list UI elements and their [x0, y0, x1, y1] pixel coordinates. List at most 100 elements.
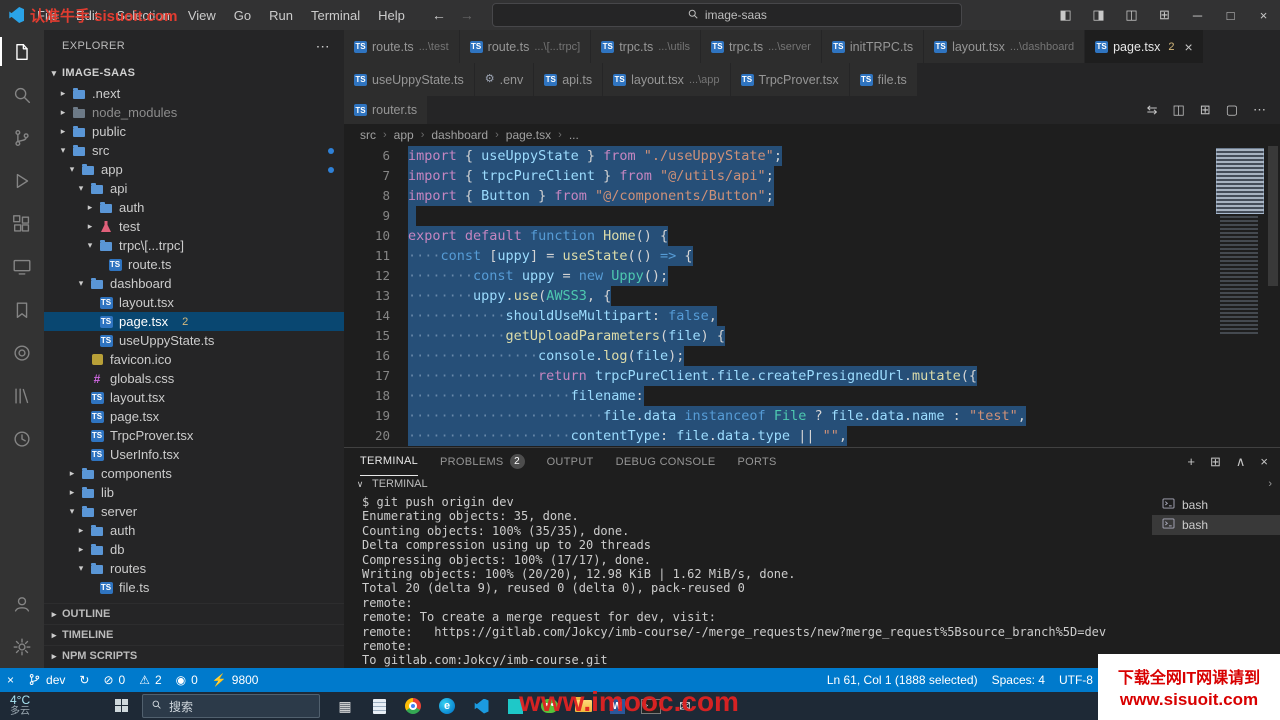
panel-tab-debug-console[interactable]: DEBUG CONSOLE [616, 448, 716, 475]
editor-tab-api.ts[interactable]: TS api.ts [534, 63, 604, 96]
settings-icon[interactable] [0, 625, 44, 668]
tree-folder-app[interactable]: ▾ app [44, 160, 344, 179]
menu-help[interactable]: Help [369, 0, 414, 30]
close-icon[interactable]: × [1185, 39, 1193, 55]
vscode-icon[interactable] [470, 694, 492, 718]
history-icon[interactable] [0, 417, 44, 460]
editor-tab-initTRPC.ts[interactable]: TS initTRPC.ts [821, 30, 925, 63]
editor-tab-useUppyState.ts[interactable]: TS useUppyState.ts [344, 63, 475, 96]
tree-folder-dashboard[interactable]: ▾ dashboard [44, 274, 344, 293]
split-terminal-icon[interactable]: ⊞ [1210, 454, 1221, 470]
tree-file-file.ts[interactable]: TS file.ts [44, 578, 344, 597]
search-icon[interactable] [0, 73, 44, 116]
maximize-panel-icon[interactable]: ∧ [1236, 454, 1246, 470]
run-and-debug-icon[interactable] [0, 159, 44, 202]
panel-tab-problems[interactable]: PROBLEMS 2 [440, 448, 525, 475]
split-editor-icon[interactable]: ◫ [1173, 102, 1185, 118]
tree-file-useUppyState.ts[interactable]: TS useUppyState.ts [44, 331, 344, 350]
toggle-panel-icon[interactable]: ◨ [1082, 0, 1115, 30]
start-button[interactable] [102, 692, 142, 720]
tree-file-UserInfo.tsx[interactable]: TS UserInfo.tsx [44, 445, 344, 464]
explorer-icon[interactable] [0, 30, 44, 73]
scrollbar-thumb[interactable] [1268, 146, 1278, 286]
editor-tab-TrpcProver.tsx[interactable]: TS TrpcProver.tsx [730, 63, 850, 96]
tree-file-page.tsx[interactable]: TS page.tsx 2 [44, 312, 344, 331]
tree-file-globals.css[interactable]: # globals.css [44, 369, 344, 388]
breadcrumb-item-dashboard[interactable]: dashboard [431, 128, 488, 142]
editor-scrollbar[interactable] [1266, 146, 1280, 447]
references-icon[interactable] [0, 374, 44, 417]
menu-go[interactable]: Go [225, 0, 260, 30]
chrome-icon[interactable] [402, 694, 424, 718]
editor-tab-file.ts[interactable]: TS file.ts [849, 63, 918, 96]
weather-widget[interactable]: 4°C 多云 [0, 694, 102, 717]
close-icon[interactable]: × [1247, 0, 1280, 30]
tree-file-route.ts[interactable]: TS route.ts [44, 255, 344, 274]
breadcrumb-item-app[interactable]: app [394, 128, 414, 142]
breadcrumb-item-...[interactable]: ... [569, 128, 579, 142]
section-npm-scripts[interactable]: ▸ NPM SCRIPTS [44, 645, 344, 666]
editor-tab-layout.tsx[interactable]: TS layout.tsx ...\app [603, 63, 731, 96]
account-icon[interactable] [0, 582, 44, 625]
code-editor[interactable]: 6 import { useUppyState } from "./useUppy… [344, 146, 1280, 447]
bookmarks-icon[interactable] [0, 288, 44, 331]
taskbar-search[interactable]: 搜索 [142, 694, 320, 718]
editor-tab-trpc.ts[interactable]: TS trpc.ts ...\server [701, 30, 822, 63]
back-icon[interactable]: ← [432, 7, 446, 23]
sync-changes[interactable]: ↻ [72, 668, 96, 692]
port[interactable]: ⚡ 9800 [205, 668, 266, 692]
status-count[interactable]: ◉ 0 [169, 668, 205, 692]
compare-changes-icon[interactable]: ⇆ [1147, 102, 1158, 118]
minimize-icon[interactable]: ─ [1181, 0, 1214, 30]
editor-tab-trpc.ts[interactable]: TS trpc.ts ...\utils [591, 30, 702, 63]
workspace-root[interactable]: ▾ IMAGE-SAAS [44, 62, 344, 84]
tree-folder-trpc\[...trpc][interactable]: ▾ trpc\[...trpc] [44, 236, 344, 255]
section-timeline[interactable]: ▸ TIMELINE [44, 624, 344, 645]
command-center[interactable]: image-saas [491, 3, 962, 27]
minimap[interactable] [1216, 146, 1266, 447]
maximize-icon[interactable]: □ [1214, 0, 1247, 30]
close-panel-icon[interactable]: × [1260, 454, 1268, 470]
git-branch[interactable]: dev [21, 668, 72, 692]
new-terminal-icon[interactable]: + [1187, 454, 1195, 470]
indentation[interactable]: Spaces: 4 [985, 668, 1052, 692]
tree-folder-public[interactable]: ▸ public [44, 122, 344, 141]
explorer-more-actions-icon[interactable]: ⋯ [316, 38, 330, 55]
minimap-viewport[interactable] [1216, 148, 1264, 214]
terminal-output[interactable]: $ git push origin dev Enumerating objects… [344, 493, 1152, 668]
cursor-position[interactable]: Ln 61, Col 1 (1888 selected) [820, 668, 985, 692]
tree-file-layout.tsx[interactable]: TS layout.tsx [44, 293, 344, 312]
section-outline[interactable]: ▸ OUTLINE [44, 603, 344, 624]
editor-tab-page.tsx[interactable]: TS page.tsx 2 × [1085, 30, 1204, 63]
menu-run[interactable]: Run [260, 0, 302, 30]
panel-tab-output[interactable]: OUTPUT [547, 448, 594, 475]
remote-explorer-icon[interactable] [0, 245, 44, 288]
menu-terminal[interactable]: Terminal [302, 0, 369, 30]
toggle-grid-icon[interactable]: ⊞ [1200, 102, 1211, 118]
tree-folder-api[interactable]: ▾ api [44, 179, 344, 198]
extensions-icon[interactable] [0, 202, 44, 245]
forward-icon[interactable]: → [460, 7, 474, 23]
terminal-session-bash[interactable]: bash [1152, 495, 1280, 515]
tree-file-page.tsx[interactable]: TS page.tsx [44, 407, 344, 426]
tree-folder-test[interactable]: ▸ test [44, 217, 344, 236]
chevron-right-icon[interactable]: › [1268, 478, 1280, 490]
tree-folder-db[interactable]: ▸ db [44, 540, 344, 559]
menu-view[interactable]: View [179, 0, 225, 30]
edge-icon[interactable]: e [436, 694, 458, 718]
warnings[interactable]: ⚠ 2 [132, 668, 168, 692]
tree-folder-components[interactable]: ▸ components [44, 464, 344, 483]
toggle-secondary-sidebar-icon[interactable]: ◫ [1115, 0, 1148, 30]
errors[interactable]: ⊘ 0 [96, 668, 132, 692]
tree-folder-routes[interactable]: ▾ routes [44, 559, 344, 578]
source-control-icon[interactable] [0, 116, 44, 159]
tree-file-favicon.ico[interactable]: favicon.ico [44, 350, 344, 369]
tree-folder-.next[interactable]: ▸ .next [44, 84, 344, 103]
task-view-icon[interactable]: ▦ [334, 694, 356, 718]
tree-folder-lib[interactable]: ▸ lib [44, 483, 344, 502]
toggle-primary-sidebar-icon[interactable]: ◧ [1049, 0, 1082, 30]
remote-indicator[interactable]: × [0, 668, 21, 692]
terminal-section-header[interactable]: ∨ TERMINAL › [344, 475, 1280, 493]
notepad-icon[interactable] [368, 694, 390, 718]
tree-folder-src[interactable]: ▾ src [44, 141, 344, 160]
